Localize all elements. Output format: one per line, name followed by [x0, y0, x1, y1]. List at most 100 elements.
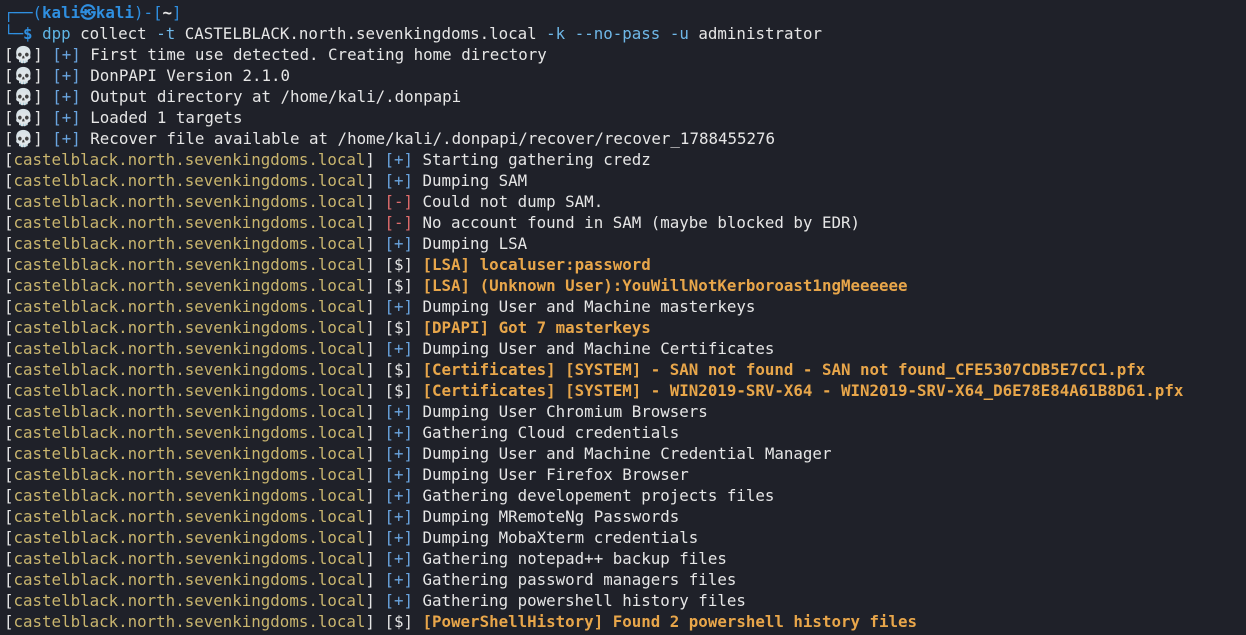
log-message: Dumping User Firefox Browser — [422, 465, 689, 484]
separator — [413, 612, 423, 631]
status-tag: [$] — [384, 381, 413, 400]
command-subcommand: collect — [70, 24, 157, 43]
bracket-close: ] — [365, 171, 385, 190]
separator — [413, 549, 423, 568]
log-message: Could not dump SAM. — [422, 192, 604, 211]
separator — [413, 150, 423, 169]
status-tag: [+] — [384, 339, 413, 358]
loot-message: [Certificates] [SYSTEM] - WIN2019-SRV-X6… — [422, 381, 1184, 400]
separator — [413, 528, 423, 547]
log-message: Dumping User and Machine Certificates — [422, 339, 775, 358]
bracket-open: [ — [4, 108, 14, 127]
prompt-dollar: $ — [23, 24, 43, 43]
log-message: Dumping MobaXterm credentials — [422, 528, 699, 547]
status-tag: [+] — [52, 45, 81, 64]
bracket-open: [ — [4, 234, 14, 253]
target-host: castelblack.north.sevenkingdoms.local — [13, 255, 366, 274]
command-target: CASTELBLACK.north.sevenkingdoms.local — [175, 24, 547, 43]
target-host: castelblack.north.sevenkingdoms.local — [13, 465, 366, 484]
log-message: Dumping User and Machine masterkeys — [422, 297, 756, 316]
host-log-line: [castelblack.north.sevenkingdoms.local] … — [4, 401, 1246, 422]
host-log-line: [castelblack.north.sevenkingdoms.local] … — [4, 149, 1246, 170]
separator — [413, 381, 423, 400]
command-space — [660, 24, 670, 43]
bracket-close: ] — [365, 549, 385, 568]
log-message: Output directory at /home/kali/.donpapi — [90, 87, 462, 106]
bracket-close: ] — [365, 612, 385, 631]
separator — [81, 87, 91, 106]
bracket-open: [ — [4, 297, 14, 316]
command-line[interactable]: └─$ dpp collect -t CASTELBLACK.north.sev… — [4, 23, 1246, 44]
bracket-close: ] — [365, 192, 385, 211]
log-message: Starting gathering credz — [422, 150, 651, 169]
separator — [413, 423, 423, 442]
host-log-line: [castelblack.north.sevenkingdoms.local] … — [4, 296, 1246, 317]
separator — [413, 591, 423, 610]
host-log-line: [castelblack.north.sevenkingdoms.local] … — [4, 485, 1246, 506]
skull-icon: 💀 — [13, 129, 34, 148]
bracket-open: [ — [4, 87, 14, 106]
host-log-line: [castelblack.north.sevenkingdoms.local] … — [4, 317, 1246, 338]
bracket-close: ] — [365, 213, 385, 232]
bracket-open: [ — [4, 549, 14, 568]
separator — [413, 486, 423, 505]
bracket-open: [ — [4, 360, 14, 379]
command-flag-nopass: --no-pass — [574, 24, 661, 43]
bracket-open: [ — [4, 150, 14, 169]
separator — [413, 318, 423, 337]
log-message: Dumping LSA — [422, 234, 528, 253]
log-message: No account found in SAM (maybe blocked b… — [422, 213, 860, 232]
bracket-open: [ — [4, 507, 14, 526]
status-tag: [+] — [384, 150, 413, 169]
bracket-open: [ — [4, 192, 14, 211]
prompt-box-top: ┌──( — [4, 3, 43, 22]
status-tag: [$] — [384, 318, 413, 337]
bracket-open: [ — [4, 423, 14, 442]
loot-message: [Certificates] [SYSTEM] - SAN not found … — [422, 360, 1146, 379]
bracket-close: ] — [365, 276, 385, 295]
target-host: castelblack.north.sevenkingdoms.local — [13, 234, 366, 253]
skull-icon: 💀 — [13, 108, 34, 127]
log-message: Gathering password managers files — [422, 570, 737, 589]
separator — [413, 465, 423, 484]
target-host: castelblack.north.sevenkingdoms.local — [13, 192, 366, 211]
status-tag: [+] — [384, 171, 413, 190]
status-tag: [+] — [384, 570, 413, 589]
bracket-close: ] — [365, 381, 385, 400]
separator — [81, 108, 91, 127]
separator — [413, 444, 423, 463]
host-log-line: [castelblack.north.sevenkingdoms.local] … — [4, 170, 1246, 191]
bracket-open: [ — [4, 255, 14, 274]
target-host: castelblack.north.sevenkingdoms.local — [13, 570, 366, 589]
status-tag: [+] — [52, 108, 81, 127]
log-message: Dumping SAM — [422, 171, 528, 190]
skull-icon: 💀 — [13, 66, 34, 85]
status-tag: [+] — [384, 297, 413, 316]
status-tag: [+] — [384, 402, 413, 421]
target-host: castelblack.north.sevenkingdoms.local — [13, 339, 366, 358]
command-space — [565, 24, 575, 43]
bracket-open: [ — [4, 402, 14, 421]
log-message: Dumping User Chromium Browsers — [422, 402, 708, 421]
status-tag: [$] — [384, 612, 413, 631]
host-log-line: [castelblack.north.sevenkingdoms.local] … — [4, 380, 1246, 401]
prompt-host: kali — [95, 3, 134, 22]
target-host: castelblack.north.sevenkingdoms.local — [13, 612, 366, 631]
log-message: Gathering notepad++ backup files — [422, 549, 727, 568]
status-tag: [+] — [384, 591, 413, 610]
target-host: castelblack.north.sevenkingdoms.local — [13, 486, 366, 505]
log-message: Dumping User and Machine Credential Mana… — [422, 444, 832, 463]
bracket-open: [ — [4, 381, 14, 400]
bracket-close: ] — [365, 528, 385, 547]
separator — [413, 171, 423, 190]
loot-message: [LSA] localuser:password — [422, 255, 651, 274]
bracket-close: ] — [365, 255, 385, 274]
log-message: Gathering developement projects files — [422, 486, 775, 505]
log-message: First time use detected. Creating home d… — [90, 45, 547, 64]
log-message: Gathering Cloud credentials — [422, 423, 680, 442]
host-log-line: [castelblack.north.sevenkingdoms.local] … — [4, 443, 1246, 464]
skull-icon: 💀 — [13, 45, 34, 64]
log-line: [💀] [+] First time use detected. Creatin… — [4, 44, 1246, 65]
terminal-window[interactable]: ┌──(kali㉿kali)-[~] └─$ dpp collect -t CA… — [0, 0, 1246, 635]
bracket-close: ] — [33, 108, 53, 127]
